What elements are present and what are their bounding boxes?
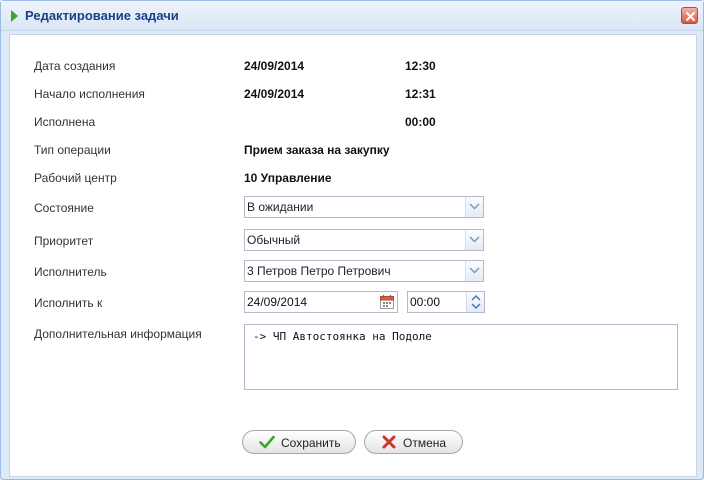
calendar-button[interactable] — [379, 294, 395, 313]
executor-select-trigger[interactable] — [465, 261, 483, 281]
spinner-up-down-icon — [471, 294, 481, 310]
form-panel: Дата создания 24/09/2014 12:30 Начало ис… — [9, 34, 697, 477]
state-label: Состояние — [34, 201, 94, 215]
due-time-field[interactable] — [407, 291, 485, 313]
time-spinner[interactable] — [466, 292, 484, 312]
created-time: 12:30 — [405, 59, 436, 73]
cancel-button-label: Отмена — [403, 436, 447, 450]
created-date: 24/09/2014 — [244, 59, 305, 73]
save-button[interactable]: Сохранить — [242, 430, 356, 454]
calendar-icon — [380, 295, 394, 309]
due-time-input[interactable] — [408, 292, 466, 312]
start-date: 24/09/2014 — [244, 87, 305, 101]
operation-value: Прием заказа на закупку — [244, 143, 390, 157]
executor-label: Исполнитель — [34, 265, 107, 279]
dialog-titlebar[interactable]: Редактирование задачи — [1, 1, 703, 31]
priority-select[interactable]: Обычный — [244, 229, 484, 251]
due-date-input[interactable] — [245, 292, 375, 312]
priority-label: Приоритет — [34, 234, 94, 248]
cancel-button[interactable]: Отмена — [364, 430, 463, 454]
done-time: 00:00 — [405, 115, 436, 129]
state-select[interactable]: В ожидании — [244, 196, 484, 218]
state-select-value: В ожидании — [247, 200, 314, 214]
cancel-x-icon — [382, 435, 396, 449]
due-date-field[interactable] — [244, 291, 398, 313]
play-arrow-icon — [11, 10, 18, 22]
priority-select-trigger[interactable] — [465, 230, 483, 250]
close-icon — [686, 12, 695, 21]
state-select-trigger[interactable] — [465, 197, 483, 217]
workcenter-label: Рабочий центр — [34, 171, 117, 185]
workcenter-value: 10 Управление — [244, 171, 332, 185]
executor-select-value: 3 Петров Петро Петрович — [247, 264, 391, 278]
start-label: Начало исполнения — [34, 87, 145, 101]
start-time: 12:31 — [405, 87, 436, 101]
done-label: Исполнена — [34, 115, 96, 129]
chevron-down-icon — [469, 203, 480, 210]
operation-label: Тип операции — [34, 143, 111, 157]
info-label: Дополнительная информация — [34, 327, 202, 341]
close-button[interactable] — [681, 7, 698, 24]
edit-task-dialog: Редактирование задачи Дата создания 24/0… — [0, 0, 704, 480]
chevron-down-icon — [469, 267, 480, 274]
priority-select-value: Обычный — [247, 233, 301, 247]
info-textarea[interactable]: -> ЧП Автостоянка на Подоле — [244, 324, 678, 390]
due-label: Исполнить к — [34, 296, 103, 310]
executor-select[interactable]: 3 Петров Петро Петрович — [244, 260, 484, 282]
dialog-title: Редактирование задачи — [25, 8, 179, 23]
chevron-down-icon — [469, 236, 480, 243]
save-button-label: Сохранить — [281, 436, 341, 450]
created-label: Дата создания — [34, 59, 116, 73]
checkmark-icon — [259, 435, 275, 449]
